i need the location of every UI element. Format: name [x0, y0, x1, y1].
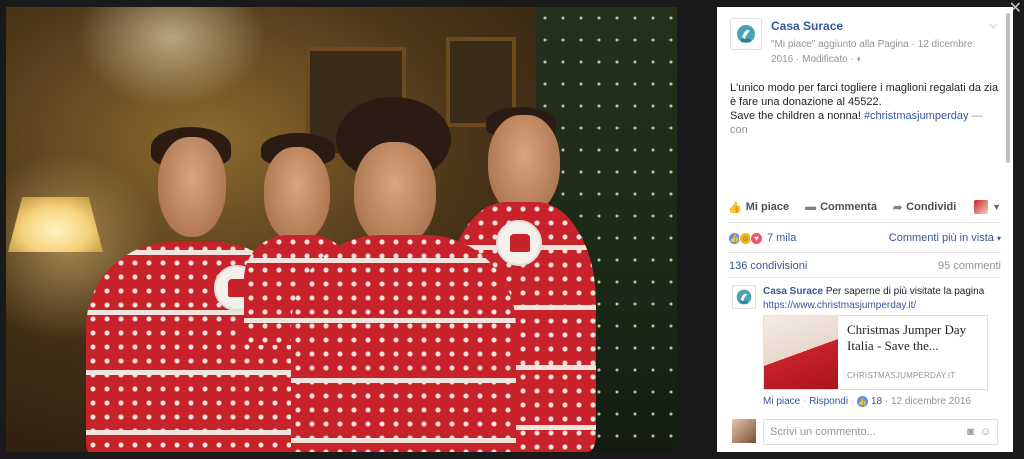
comment-text: Per saperne di più visitate la pagina	[823, 286, 985, 297]
love-reaction-icon[interactable]: ♥	[750, 231, 763, 245]
post-stats: 136 condivisioni 95 commenti	[729, 260, 1001, 272]
share-button-label: Condividi	[906, 201, 957, 213]
like-reaction-icon: 👍	[856, 396, 868, 407]
comment-actions: Mi piace · Rispondi · 👍 18 · 12 dicembre…	[763, 396, 972, 407]
caret-down-icon: ▼	[992, 202, 1001, 212]
table-lamp	[8, 197, 103, 252]
hashtag-link[interactable]: #christmasjumperday	[864, 110, 969, 122]
post-actions-bar: 👍 Mi piace ▬ Commenta ➦ Condividi ▼	[728, 198, 1001, 216]
link-preview-title: Christmas Jumper Day Italia - Save the..…	[847, 322, 967, 353]
globe-icon: ◐	[856, 54, 863, 65]
comment-input-placeholder: Scrivi un commento...	[770, 426, 876, 438]
divider	[727, 252, 1001, 253]
comment-button[interactable]: ▬ Commenta	[805, 201, 877, 213]
reaction-count[interactable]: 7 mila	[767, 232, 796, 244]
post-meta-text: "Mi piace" aggiunto alla Pagina · 12 dic…	[771, 39, 973, 65]
share-button[interactable]: ➦ Condividi	[893, 201, 956, 214]
thumbs-up-icon: 👍	[728, 201, 742, 214]
post-meta: "Mi piace" aggiunto alla Pagina · 12 dic…	[771, 37, 996, 67]
reactions-bar: 👍 ☺ ♥ 7 mila Commenti più in vista ▾	[728, 230, 1001, 246]
commenter-avatar[interactable]	[732, 285, 756, 309]
post-photo[interactable]	[6, 7, 677, 452]
top-comments-dropdown[interactable]: Commenti più in vista ▾	[889, 232, 1001, 244]
comment-author-link[interactable]: Casa Surace	[763, 286, 823, 297]
shares-count[interactable]: 136 condivisioni	[729, 260, 807, 272]
comment-like-count[interactable]: 18	[871, 396, 882, 407]
divider	[727, 222, 1001, 223]
post-text: L'unico modo per farci togliere i maglio…	[730, 81, 1002, 137]
comment-input[interactable]: Scrivi un commento... ◙ ☺	[763, 419, 998, 445]
link-preview-card[interactable]: Christmas Jumper Day Italia - Save the..…	[763, 315, 988, 390]
comment-button-label: Commenta	[820, 201, 877, 213]
casa-surace-logo-icon	[736, 289, 752, 305]
casa-surace-logo-icon	[737, 25, 755, 43]
identity-picker[interactable]: ▼	[974, 200, 1001, 214]
comment-composer: Scrivi un commento... ◙ ☺	[732, 419, 1001, 445]
comment-reply-link[interactable]: Rispondi	[809, 396, 848, 407]
comment-body: Casa Surace Per saperne di più visitate …	[763, 285, 993, 313]
comment-url-link[interactable]: https://www.christmasjumperday.it/	[763, 300, 916, 311]
chandelier	[76, 7, 266, 107]
share-arrow-icon: ➦	[892, 201, 903, 214]
page-avatar[interactable]	[730, 18, 762, 50]
like-button-label: Mi piace	[745, 201, 790, 213]
divider	[727, 277, 1001, 278]
user-avatar	[974, 200, 989, 214]
link-preview-domain: CHRISTMASJUMPERDAY.IT	[847, 371, 956, 380]
post-text-line2: Save the children a nonna!	[730, 110, 864, 122]
scrollbar[interactable]	[1006, 13, 1010, 163]
page-name-link[interactable]: Casa Surace	[771, 19, 843, 33]
chevron-down-icon[interactable]: ⌵	[989, 20, 997, 31]
comments-count[interactable]: 95 commenti	[938, 260, 1001, 272]
like-button[interactable]: 👍 Mi piace	[728, 201, 789, 214]
my-avatar	[732, 419, 756, 443]
speech-bubble-icon: ▬	[805, 201, 817, 213]
comment-date[interactable]: 12 dicembre 2016	[891, 396, 971, 407]
top-comments-label: Commenti più in vista	[888, 232, 994, 244]
comment-like-link[interactable]: Mi piace	[763, 396, 800, 407]
caret-down-icon: ▾	[996, 234, 1001, 243]
link-preview-image	[764, 316, 838, 389]
post-side-panel: Casa Surace ⌵ "Mi piace" aggiunto alla P…	[717, 7, 1013, 452]
post-text-main: L'unico modo per farci togliere i maglio…	[730, 82, 999, 108]
emoji-icon[interactable]: ☺	[980, 426, 991, 438]
camera-icon[interactable]: ◙	[967, 426, 974, 438]
